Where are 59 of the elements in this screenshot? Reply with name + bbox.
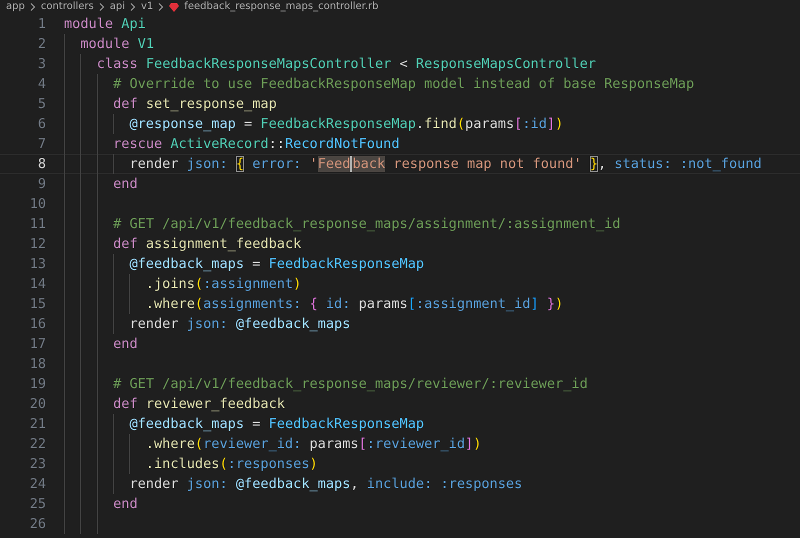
code-line: end	[113, 495, 138, 513]
line-number: 17	[28, 336, 47, 352]
code-line: class FeedbackResponseMapsController < ResponseMapsController	[96, 55, 596, 73]
chevron-icon	[130, 3, 136, 11]
line-number: 22	[28, 436, 47, 452]
line-number: 14	[28, 276, 47, 292]
line-number: 24	[28, 476, 47, 492]
code-line: @response_map = FeedbackResponseMap.find(params[:id])	[129, 115, 564, 133]
line-number: 23	[28, 456, 47, 472]
code-line: def set_response_map	[113, 95, 277, 113]
code-line: end	[113, 175, 138, 193]
line-number: 12	[28, 236, 47, 252]
line-number: 15	[28, 296, 47, 312]
line-number: 9	[36, 176, 47, 192]
code-line: .joins(:assignment)	[146, 275, 302, 293]
line-number: 11	[28, 216, 47, 232]
line-number: 16	[28, 316, 47, 332]
line-number: 25	[28, 496, 47, 512]
line-number: 26	[28, 516, 47, 532]
code-line: def assignment_feedback	[113, 235, 302, 253]
code-line: .includes(:responses)	[146, 455, 318, 473]
code-line: @feedback_maps = FeedbackResponseMap	[129, 415, 424, 433]
code-line: # GET /api/v1/feedback_response_maps/assignment/:assignment_id	[113, 215, 620, 233]
breadcrumb-item[interactable]: api	[110, 0, 126, 14]
line-number: 8	[36, 156, 47, 172]
chevron-icon	[30, 3, 36, 11]
code-line: module V1	[80, 35, 154, 53]
line-number: 1	[36, 16, 47, 32]
line-number: 20	[28, 396, 47, 412]
line-number: 4	[36, 76, 47, 92]
code-line: render json: @feedback_maps, include: :responses	[129, 475, 522, 493]
line-number: 2	[36, 36, 47, 52]
code-line: # Override to use FeedbackResponseMap model instead of base ResponseMap	[113, 75, 694, 93]
breadcrumb-item[interactable]: feedback_response_maps_controller.rb	[184, 0, 379, 14]
breadcrumb-item[interactable]: controllers	[40, 0, 94, 14]
code-line: render json: { error: 'Feed back response map not found' }, status: :not_found	[129, 155, 762, 173]
line-number: 19	[28, 376, 47, 392]
chevron-icon	[158, 3, 164, 11]
chevron-icon	[98, 3, 105, 11]
line-number: 6	[36, 116, 47, 132]
code-line: @feedback_maps = FeedbackResponseMap	[129, 255, 424, 273]
code-line: # GET /api/v1/feedback_response_maps/reviewer/:reviewer_id	[113, 375, 588, 393]
line-number: 10	[28, 196, 47, 212]
breadcrumb-item[interactable]: app	[6, 0, 25, 14]
line-number: 5	[36, 96, 47, 112]
ruby-file-icon	[169, 2, 180, 12]
code-line: module Api	[64, 15, 146, 33]
code-line: .where(reviewer_id: params[:reviewer_id])	[146, 435, 482, 453]
code-line: .where(assignments: { id: params[:assignment_id] })	[146, 295, 564, 313]
code-line: def reviewer_feedback	[113, 395, 285, 413]
code-line: rescue ActiveRecord::RecordNotFound	[113, 135, 400, 153]
code-line: end	[113, 335, 138, 353]
line-number: 3	[36, 56, 47, 72]
line-number: 7	[36, 136, 47, 152]
code-line: render json: @feedback_maps	[129, 315, 350, 333]
line-number: 21	[28, 416, 47, 432]
breadcrumb-item[interactable]: v1	[141, 0, 154, 14]
line-number: 13	[28, 256, 47, 272]
line-number: 18	[28, 356, 47, 372]
